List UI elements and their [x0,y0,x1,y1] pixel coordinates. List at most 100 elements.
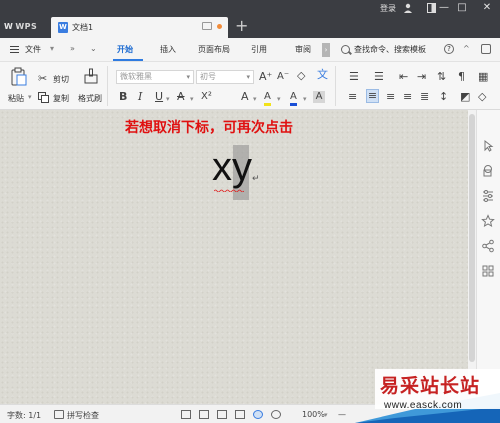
font-size-value: 初号 [200,72,216,81]
cut-button[interactable]: 剪切 [53,74,69,85]
eye-protection-icon[interactable] [271,410,281,419]
align-left-icon[interactable]: ≡ [348,91,357,103]
chevron-down-icon[interactable]: ▾ [324,411,328,419]
show-marks-icon[interactable]: ¶ [458,71,465,83]
numbering-icon[interactable]: ☰ [374,71,384,83]
strikethrough-button[interactable]: A [177,91,185,103]
decrease-font-icon[interactable]: A⁻ [277,71,289,83]
web-view-icon[interactable] [253,410,263,419]
font-name-select[interactable]: 微软雅黑 ▾ [116,70,194,84]
word-count[interactable]: 字数: 1/1 [7,410,41,421]
chevron-down-icon[interactable]: ▾ [277,93,281,105]
table-icon[interactable]: ▦ [478,71,488,83]
menu-tab-references[interactable]: 引用 [251,44,267,55]
chevron-down-icon[interactable]: ▾ [50,44,54,53]
shapes-icon[interactable] [481,164,495,178]
share-icon[interactable] [481,239,495,253]
paste-button-label[interactable]: 粘贴 [8,93,24,104]
cursor-icon[interactable] [481,139,495,153]
outline-view-icon[interactable] [235,410,245,419]
expand-icon[interactable]: ⌄ [90,44,97,53]
underline-button[interactable]: U [155,91,163,103]
menu-file[interactable]: 文件 [25,44,41,55]
sort-icon[interactable]: ⇅ [437,71,446,83]
fullscreen-icon[interactable] [181,410,191,419]
outdent-icon[interactable]: ⇤ [399,71,408,83]
unsaved-dot-icon [217,24,222,29]
scissors-icon[interactable]: ✂ [38,73,47,85]
chevron-down-icon[interactable]: ▾ [253,93,257,105]
zoom-out-button[interactable]: — [338,410,346,419]
user-icon[interactable] [403,3,413,13]
zoom-level[interactable]: 100% [302,410,325,419]
menu-tab-insert[interactable]: 插入 [160,44,176,55]
text-effect-icon[interactable]: A [241,91,249,103]
settings-icon[interactable] [481,44,491,54]
bold-button[interactable]: B [119,91,127,103]
chevron-down-icon[interactable]: ▾ [190,93,194,105]
menu-tab-layout[interactable]: 页面布局 [198,44,230,55]
hamburger-icon[interactable] [10,46,19,53]
document-tab[interactable]: W 文档1 [51,17,228,38]
scroll-right-icon[interactable]: › [322,43,330,57]
highlight-color-button[interactable]: A [264,91,271,106]
font-color-button[interactable]: A [290,91,297,106]
pinyin-icon[interactable]: 文 [317,69,328,81]
ribbon-divider [335,66,336,106]
watermark-url: www.easck.com [384,400,463,411]
menu-tab-review[interactable]: 审阅 [295,44,311,55]
more-menu-icon[interactable]: » [70,44,75,53]
font-size-select[interactable]: 初号 ▾ [196,70,254,84]
tutorial-annotation: 若想取消下标，可再次点击 [125,120,293,136]
menu-tab-home[interactable]: 开始 [117,44,133,55]
login-link[interactable]: 登录 [380,3,396,14]
font-name-value: 微软雅黑 [120,72,152,81]
scrollbar-thumb[interactable] [469,114,475,362]
format-painter-icon[interactable] [83,68,99,84]
distribute-icon[interactable]: ≣ [420,91,429,103]
collapse-ribbon-icon[interactable]: ^ [463,44,470,53]
format-painter-button[interactable]: 格式刷 [78,93,102,104]
spell-check-button[interactable]: 拼写检查 [67,410,99,421]
italic-button[interactable]: I [138,91,142,103]
paste-icon[interactable] [11,67,27,86]
copy-button[interactable]: 复制 [53,93,69,104]
app-name: WPS [15,22,38,31]
chevron-down-icon[interactable]: ▾ [303,93,307,105]
read-mode-icon[interactable] [199,410,209,419]
apps-grid-icon[interactable] [481,264,495,278]
superscript-button[interactable]: X² [201,91,212,103]
align-center-icon[interactable]: ≡ [366,89,379,103]
char-shading-button[interactable]: A [313,91,325,103]
document-text[interactable]: xy [212,143,252,191]
wps-logo[interactable]: W WPS [4,22,37,31]
increase-font-icon[interactable]: A⁺ [259,71,272,83]
search-icon [341,45,350,54]
borders-icon[interactable]: ◇ [478,91,486,103]
style-settings-icon[interactable] [481,189,495,203]
justify-icon[interactable]: ≡ [403,91,412,103]
spellcheck-underline [214,189,244,192]
maximize-button[interactable]: □ [453,1,471,15]
page-view-icon[interactable] [217,410,227,419]
close-button[interactable]: ✕ [478,1,496,15]
clear-format-icon[interactable]: ◇ [297,70,305,82]
align-right-icon[interactable]: ≡ [386,91,395,103]
indent-icon[interactable]: ⇥ [417,71,426,83]
command-search-input[interactable]: 查找命令、搜索模板 [354,44,426,55]
help-icon[interactable]: ? [444,44,454,54]
wps-logo-icon: W [4,22,14,31]
spellcheck-icon[interactable] [54,410,64,419]
monitor-icon[interactable] [202,22,212,30]
new-tab-button[interactable]: + [235,17,248,35]
document-icon: W [58,22,68,33]
shading-icon[interactable]: ◩ [460,91,470,103]
bullets-icon[interactable]: ☰ [349,71,359,83]
chevron-down-icon[interactable]: ▾ [166,93,170,105]
chevron-down-icon[interactable]: ▾ [28,93,32,101]
copy-icon[interactable] [38,92,49,103]
ribbon-divider [107,66,108,106]
minimize-button[interactable]: — [435,1,453,15]
line-spacing-icon[interactable]: ↕ [439,91,448,103]
star-icon[interactable] [481,214,495,228]
